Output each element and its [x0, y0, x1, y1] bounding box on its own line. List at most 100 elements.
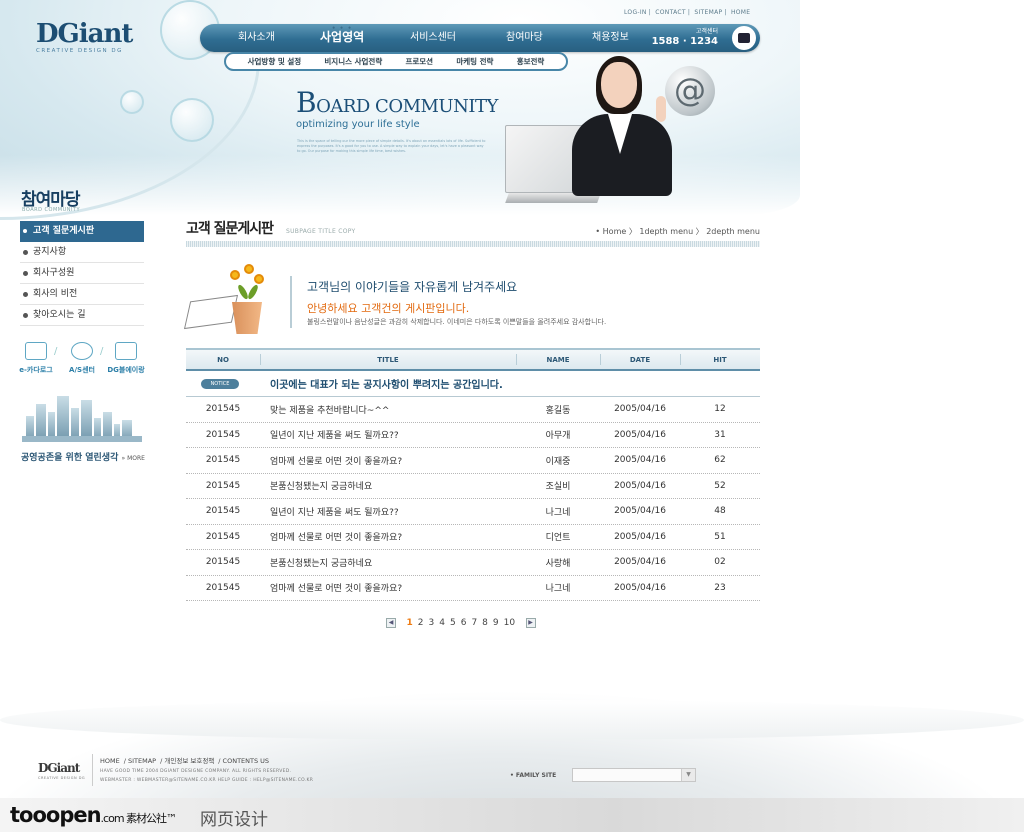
submenu-item-marketing[interactable]: 마케팅 전략: [456, 56, 493, 67]
quick-link-separator: /: [100, 346, 104, 357]
table-row[interactable]: 201545 본품신청됐는지 궁금하네요 조실비 2005/04/16 52: [186, 474, 760, 499]
page-number[interactable]: 8: [482, 618, 488, 628]
quick-link-as[interactable]: A/S센터: [62, 342, 102, 375]
page-number[interactable]: 2: [418, 618, 424, 628]
quick-link-separator: /: [54, 346, 58, 357]
family-site-select[interactable]: ▼: [572, 768, 696, 782]
submenu-item-strategy[interactable]: 비지니스 사업전략: [324, 56, 382, 67]
call-center-number: 1588 · 1234: [651, 36, 718, 47]
row-no: 201545: [205, 404, 241, 415]
row-title[interactable]: 엄마께 선물로 어떤 것이 좋을까요?: [260, 581, 516, 594]
row-hit: 31: [714, 429, 726, 440]
table-body: 201545 맞는 제품을 추천바랍니다~^^ 홍길동 2005/04/16 12 201…: [186, 397, 760, 601]
sidebar-item-qna[interactable]: 고객 질문게시판: [20, 221, 144, 242]
table-row[interactable]: 201545 본품신청됐는지 궁금하네요 사랑해 2005/04/16 02: [186, 550, 760, 576]
page-number[interactable]: 3: [429, 618, 435, 628]
sidebar-item-notice[interactable]: 공지사항: [20, 242, 144, 263]
row-title[interactable]: 엄마께 선물로 어떤 것이 좋을까요?: [260, 530, 516, 543]
row-title[interactable]: 본품신청됐는지 궁금하네요: [260, 479, 516, 492]
footer-logo[interactable]: DGiant: [38, 761, 80, 775]
prev-page-button[interactable]: ◀: [386, 618, 396, 628]
gnb-item-business[interactable]: 사업영역: [320, 23, 364, 51]
row-date: 2005/04/16: [614, 557, 666, 568]
table-row[interactable]: 201545 일년이 지난 제품을 써도 될까요?? 나그네 2005/04/16 48: [186, 499, 760, 525]
row-title[interactable]: 엄마께 선물로 어떤 것이 좋을까요?: [260, 454, 516, 467]
row-hit: 62: [714, 455, 726, 466]
column-header-name: NAME: [516, 350, 600, 369]
board-intro: 고객님의 이야기들을 자유롭게 남겨주세요 안녕하세요 고객건의 게시판입니다.…: [183, 262, 760, 334]
table-row[interactable]: 201545 엄마께 선물로 어떤 것이 좋을까요? 이재중 2005/04/16 62: [186, 448, 760, 474]
footer-link-contact[interactable]: CONTENTS US: [223, 757, 270, 765]
row-title[interactable]: 본품신청됐는지 궁금하네요: [260, 556, 516, 569]
row-no: 201545: [205, 480, 241, 491]
banner-title-initial: B: [296, 86, 317, 119]
gnb-item-service[interactable]: 서비스센터: [410, 24, 456, 52]
table-row[interactable]: 201545 맞는 제품을 추천바랍니다~^^ 홍길동 2005/04/16 12: [186, 397, 760, 423]
table-header: NO TITLE NAME DATE HIT: [186, 348, 760, 371]
row-no: 201545: [205, 557, 241, 568]
gnb-item-company[interactable]: 회사소개: [238, 24, 275, 52]
notice-title[interactable]: 이곳에는 대표가 되는 공지사항이 뿌려지는 공간입니다.: [270, 376, 503, 391]
gnb-item-recruit[interactable]: 채용정보: [592, 24, 629, 52]
page-number[interactable]: 7: [471, 618, 477, 628]
more-link[interactable]: » MORE: [122, 455, 145, 462]
page-number[interactable]: 6: [461, 618, 467, 628]
sidebar-item-vision[interactable]: 회사의 비전: [20, 284, 144, 305]
page-title: 고객 질문게시판: [186, 221, 274, 237]
next-page-button[interactable]: ▶: [525, 618, 536, 628]
table-row[interactable]: 201545 일년이 지난 제품을 써도 될까요?? 아무개 2005/04/16 31: [186, 423, 760, 448]
page-number[interactable]: 4: [439, 618, 445, 628]
row-title[interactable]: 맞는 제품을 추천바랍니다~^^: [260, 403, 516, 416]
column-header-hit: HIT: [680, 350, 760, 369]
footer-copyright: HAVE GOOD TIME 2004 DGIANT DESIGNE COMPA…: [100, 767, 313, 785]
submenu-item-pr[interactable]: 홍보전략: [517, 56, 545, 67]
decor-bubble: [120, 90, 144, 114]
footer-link-home[interactable]: HOME: [100, 757, 120, 765]
row-no: 201545: [205, 455, 241, 466]
sidebar-item-location[interactable]: 찾아오시는 길: [20, 305, 144, 326]
login-link[interactable]: LOG-IN: [624, 9, 647, 16]
submenu-item-promotion[interactable]: 프로모션: [405, 56, 433, 67]
footer-link-sitemap[interactable]: SITEMAP: [128, 757, 156, 765]
sidebar-item-members[interactable]: 회사구성원: [20, 263, 144, 284]
city-banner-image[interactable]: [22, 396, 142, 442]
submenu-item-direction[interactable]: 사업방향 및 설정: [248, 56, 302, 67]
notice-row[interactable]: NOTICE 이곳에는 대표가 되는 공지사항이 뿌려지는 공간입니다.: [186, 371, 760, 397]
row-hit: 12: [714, 404, 726, 415]
row-date: 2005/04/16: [614, 582, 666, 593]
home-link[interactable]: HOME: [731, 9, 750, 16]
page-number[interactable]: 5: [450, 618, 456, 628]
row-date: 2005/04/16: [614, 429, 666, 440]
footer-link-privacy[interactable]: 개인정보 보호정책: [164, 757, 214, 765]
chevron-down-icon[interactable]: ▼: [681, 769, 695, 781]
row-name: 사랑해: [545, 558, 571, 569]
row-no: 201545: [205, 429, 241, 440]
contact-link[interactable]: CONTACT: [655, 9, 686, 16]
column-header-no: NO: [217, 356, 229, 364]
quick-link-dg[interactable]: DG블에이랑: [106, 342, 146, 375]
quick-links: e-카다로그 / A/S센터 / DG블에이랑: [19, 342, 146, 378]
city-banner-caption[interactable]: 공영공존을 위한 열린생각 » MORE: [21, 450, 145, 463]
intro-note: 불링스런말이나 음난성글은 과감히 삭제합니다. 이네미은 다하도록 이쁜말들을…: [307, 318, 607, 326]
banner-description: This is the space of telling our the mor…: [297, 139, 486, 153]
page-number[interactable]: 10: [504, 618, 515, 628]
row-name: 이재중: [545, 456, 571, 467]
row-hit: 52: [714, 480, 726, 491]
watermark-brand: tooopen.com 素材公社™: [10, 803, 177, 827]
title-divider: [186, 241, 760, 247]
quick-link-label: e-카다로그: [19, 366, 53, 374]
table-row[interactable]: 201545 엄마께 선물로 어떤 것이 좋을까요? 디언트 2005/04/16 51: [186, 525, 760, 550]
page-number[interactable]: 1: [407, 618, 413, 628]
sidebar-subtitle: BOARD COMMUNITY: [22, 207, 81, 213]
table-row[interactable]: 201545 엄마께 선물로 어떤 것이 좋을까요? 나그네 2005/04/16 23: [186, 576, 760, 601]
row-name: 나그네: [545, 507, 571, 518]
row-title[interactable]: 일년이 지난 제품을 써도 될까요??: [260, 505, 516, 518]
gnb-item-community[interactable]: 참여마당: [506, 24, 543, 52]
sitemap-link[interactable]: SITEMAP: [694, 9, 722, 16]
page-numbers: 1 2 3 4 5 6 7 8 9 10: [404, 618, 518, 628]
page-number[interactable]: 9: [493, 618, 499, 628]
quick-link-catalog[interactable]: e-카다로그: [16, 342, 56, 375]
row-title[interactable]: 일년이 지난 제품을 써도 될까요??: [260, 428, 516, 441]
row-name: 조실비: [545, 482, 571, 493]
site-logo[interactable]: DGiant CREATIVE DESIGN DG: [36, 20, 133, 54]
